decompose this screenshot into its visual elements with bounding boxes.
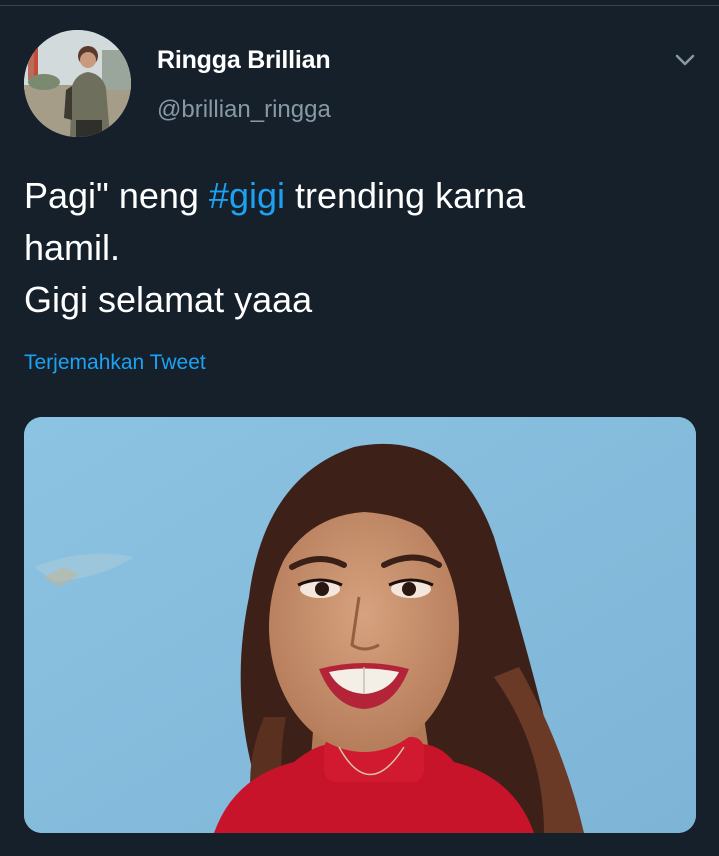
tweet-text-line-2: hamil. — [24, 227, 121, 268]
tweet-text-line-3: Gigi selamat yaaa — [24, 279, 313, 320]
tweet-photo[interactable] — [24, 417, 696, 833]
translate-tweet-link[interactable]: Terjemahkan Tweet — [24, 351, 206, 375]
hashtag-link[interactable]: #gigi — [209, 175, 285, 216]
tweet: Ringga Brillian @brillian_ringga Pagi" n… — [0, 0, 719, 856]
tweet-text-segment: trending karna — [284, 175, 526, 216]
tweet-text-segment: Pagi" neng — [24, 175, 209, 216]
user-handle[interactable]: @brillian_ringga — [157, 96, 331, 124]
tweet-text-line-1: Pagi" neng #gigi trending karna — [24, 170, 684, 222]
chevron-down-icon[interactable] — [670, 48, 700, 72]
tweet-text: Pagi" neng #gigi trending karna hamil. G… — [24, 170, 684, 326]
avatar[interactable] — [24, 30, 131, 137]
display-name[interactable]: Ringga Brillian — [157, 46, 331, 75]
